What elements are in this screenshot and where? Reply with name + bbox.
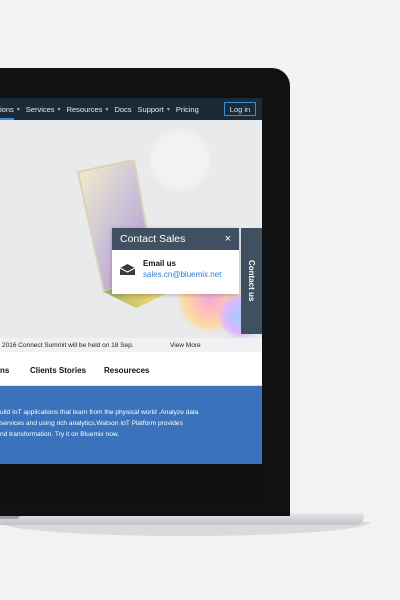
page-footer: [0, 464, 262, 503]
hero-banner: Contact us Contact Sales × Email us sale…: [0, 120, 262, 352]
nav-item-docs[interactable]: Docs: [114, 105, 131, 114]
nav-item-resources[interactable]: Resources ▾: [67, 105, 109, 114]
intro-line: uild IoT applications that learn from th…: [0, 409, 199, 416]
section-tabs: ns Clients Stories Resoureces: [0, 356, 262, 386]
news-strip: 2016 Connect Summit will be held on 18 S…: [0, 338, 262, 352]
chevron-down-icon: ▾: [57, 106, 61, 113]
tab-solutions[interactable]: ns: [0, 366, 9, 375]
close-icon[interactable]: ×: [225, 233, 231, 245]
top-navigation: ions ▾ Services ▾ Resources ▾ Docs Support ▾…: [0, 98, 262, 120]
view-more-link[interactable]: View More: [170, 342, 201, 349]
intro-banner: uild IoT applications that learn from th…: [0, 386, 262, 464]
news-text: 2016 Connect Summit will be held on 18 S…: [2, 341, 134, 349]
popup-title: Contact Sales: [120, 233, 186, 245]
contact-sales-popup: Contact Sales × Email us sales.cn@bluemi…: [112, 228, 239, 294]
nav-item-solutions[interactable]: ions ▾: [0, 105, 20, 114]
login-button[interactable]: Log in: [224, 102, 256, 116]
nav-item-support[interactable]: Support ▾: [138, 105, 170, 114]
tab-clients-stories[interactable]: Clients Stories: [30, 366, 86, 375]
chevron-down-icon: ▾: [105, 106, 109, 113]
nav-item-pricing[interactable]: Pricing: [176, 105, 199, 114]
popup-body: Email us sales.cn@bluemix.net: [112, 250, 239, 288]
popup-header: Contact Sales ×: [112, 228, 239, 250]
email-link[interactable]: sales.cn@bluemix.net: [143, 270, 221, 279]
laptop-screen: ions ▾ Services ▾ Resources ▾ Docs Support ▾…: [0, 98, 262, 503]
tab-resources[interactable]: Resoureces: [104, 366, 149, 375]
envelope-icon: [120, 263, 135, 275]
nav-item-services[interactable]: Services ▾: [26, 105, 61, 114]
email-label: Email us: [143, 259, 176, 268]
intro-line: nd transformation. Try it on Bluemix now…: [0, 431, 120, 438]
intro-line: services and using rich analytics,Watson…: [0, 420, 183, 427]
contact-us-tab[interactable]: Contact us: [241, 228, 262, 334]
chevron-down-icon: ▾: [166, 106, 170, 113]
chevron-down-icon: ▾: [16, 106, 20, 113]
